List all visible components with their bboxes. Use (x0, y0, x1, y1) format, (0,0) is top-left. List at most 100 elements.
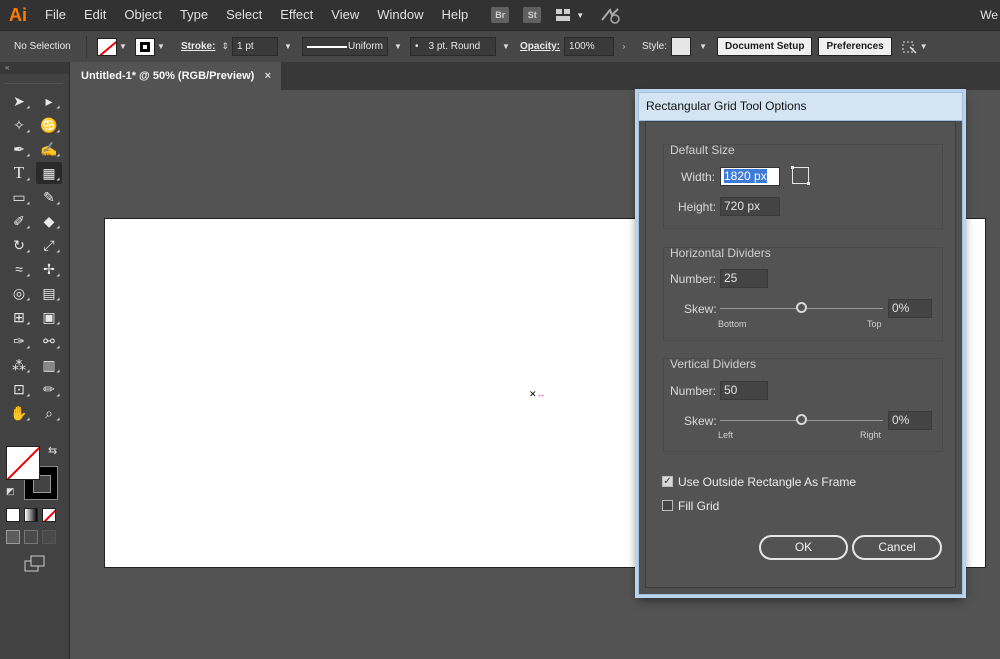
paintbrush-tool-icon[interactable]: ✎ (36, 186, 62, 208)
horizontal-number-input[interactable]: 25 (720, 269, 768, 288)
curvature-tool-icon[interactable]: ✍ (36, 138, 62, 160)
color-mode-row (6, 508, 56, 522)
draw-mode-row (6, 530, 56, 544)
menu-file[interactable]: File (36, 0, 75, 30)
stroke-label[interactable]: Stroke: (177, 41, 219, 52)
brush-definition[interactable]: • 3 pt. Round (410, 37, 496, 56)
pen-tool-icon[interactable]: ✒ (6, 138, 32, 160)
menu-object[interactable]: Object (115, 0, 171, 30)
puppet-warp-tool-icon[interactable]: ✢ (36, 258, 62, 280)
shape-builder-tool-icon[interactable]: ◎ (6, 282, 32, 304)
opacity-field[interactable]: 100% (564, 37, 615, 56)
artboard-tool-icon[interactable]: ⊡ (6, 378, 32, 400)
draw-behind-icon[interactable] (24, 530, 38, 544)
ok-button[interactable]: OK (759, 535, 848, 560)
stroke-stepper-icon[interactable]: ⇕ (221, 41, 229, 52)
mesh-tool-icon[interactable]: ⊞ (6, 306, 32, 328)
rotate-tool-icon[interactable]: ↻ (6, 234, 32, 256)
transform-icon[interactable] (900, 39, 918, 55)
width-tool-icon[interactable]: ≈ (6, 258, 32, 280)
close-icon[interactable]: × (265, 70, 271, 82)
eyedropper-tool-icon[interactable]: ✑ (6, 330, 32, 352)
vertical-number-input[interactable]: 50 (720, 381, 768, 400)
variable-width-profile[interactable]: Uniform (302, 37, 388, 56)
width-input[interactable]: 1820 px (720, 167, 780, 186)
menu-help[interactable]: Help (432, 0, 477, 30)
chevron-down-icon[interactable]: ▼ (392, 42, 404, 51)
chevron-right-icon[interactable]: › (618, 42, 630, 51)
horizontal-dividers-group (663, 247, 943, 341)
fill-swatch[interactable] (97, 37, 117, 56)
use-outside-rect-label[interactable]: Use Outside Rectangle As Frame (678, 475, 856, 489)
color-mode-icon[interactable] (6, 508, 20, 522)
brush-label: 3 pt. Round (428, 41, 481, 52)
rectangular-grid-tool-icon[interactable]: ▦ (36, 162, 62, 184)
menu-effect[interactable]: Effect (271, 0, 322, 30)
chevron-down-icon[interactable]: ▼ (282, 42, 294, 51)
menu-type[interactable]: Type (171, 0, 217, 30)
selection-tool-icon[interactable]: ➤ (6, 90, 32, 112)
shaper-tool-icon[interactable]: ✐ (6, 210, 32, 232)
horizontal-skew-input[interactable]: 0% (888, 299, 932, 318)
direct-selection-tool-icon[interactable]: ▸ (36, 90, 62, 112)
fill-grid-checkbox[interactable] (662, 500, 673, 511)
cancel-button[interactable]: Cancel (852, 535, 942, 560)
chevron-down-icon[interactable]: ▼ (697, 42, 709, 51)
draw-inside-icon[interactable] (42, 530, 56, 544)
chevron-down-icon[interactable]: ▼ (117, 42, 129, 51)
type-tool-icon[interactable]: T (6, 162, 32, 184)
magic-wand-tool-icon[interactable]: ✧ (6, 114, 32, 136)
screen-mode-icon[interactable] (24, 555, 46, 573)
preferences-button[interactable]: Preferences (818, 37, 892, 56)
column-graph-tool-icon[interactable]: ▥ (36, 354, 62, 376)
workspace-switcher[interactable]: ▼ (555, 8, 586, 22)
gradient-tool-icon[interactable]: ▣ (36, 306, 62, 328)
eraser-tool-icon[interactable]: ◆ (36, 210, 62, 232)
fill-grid-label[interactable]: Fill Grid (678, 499, 719, 513)
perspective-grid-tool-icon[interactable]: ▤ (36, 282, 62, 304)
panel-collapse-icon[interactable]: « (0, 62, 69, 74)
chevron-down-icon[interactable]: ▼ (918, 42, 930, 51)
dialog-body: Default Size Width: 1820 px Height: 720 … (645, 121, 956, 588)
brush-dot-icon: • (415, 41, 419, 52)
stroke-swatch[interactable] (135, 37, 155, 56)
draw-normal-icon[interactable] (6, 530, 20, 544)
opacity-label[interactable]: Opacity: (516, 41, 564, 52)
slice-tool-icon[interactable]: ✏ (36, 378, 62, 400)
vertical-skew-input[interactable]: 0% (888, 411, 932, 430)
menu-edit[interactable]: Edit (75, 0, 115, 30)
menu-view[interactable]: View (322, 0, 368, 30)
stroke-weight-field[interactable]: 1 pt (232, 37, 278, 56)
swap-fill-stroke-icon[interactable]: ⇆ (48, 444, 57, 457)
scale-tool-icon[interactable]: ⤢ (36, 234, 62, 256)
rectangular-grid-options-dialog: Rectangular Grid Tool Options Default Si… (638, 92, 963, 595)
chevron-down-icon[interactable]: ▼ (155, 42, 167, 51)
gpu-performance-icon[interactable] (600, 6, 622, 24)
use-outside-rect-checkbox[interactable]: ✓ (662, 476, 673, 487)
stock-icon[interactable]: St (523, 7, 542, 23)
height-input[interactable]: 720 px (720, 197, 780, 216)
panel-grip[interactable] (6, 76, 63, 84)
symbol-sprayer-tool-icon[interactable]: ⁂ (6, 354, 32, 376)
document-tab[interactable]: Untitled-1* @ 50% (RGB/Preview) × (71, 62, 281, 90)
rectangle-tool-icon[interactable]: ▭ (6, 186, 32, 208)
menu-window[interactable]: Window (368, 0, 432, 30)
zoom-tool-icon[interactable]: ⌕ (36, 402, 62, 424)
blend-tool-icon[interactable]: ⚯ (36, 330, 62, 352)
chevron-down-icon[interactable]: ▼ (500, 42, 512, 51)
menu-select[interactable]: Select (217, 0, 271, 30)
horizontal-skew-knob[interactable] (795, 302, 807, 313)
hand-tool-icon[interactable]: ✋ (6, 402, 32, 424)
vertical-skew-knob[interactable] (795, 414, 807, 425)
graphic-style-swatch[interactable] (671, 37, 692, 56)
reference-point-icon[interactable] (791, 166, 810, 185)
none-mode-icon[interactable] (42, 508, 56, 522)
document-setup-button[interactable]: Document Setup (717, 37, 813, 56)
default-fill-stroke-icon[interactable]: ◩ (6, 486, 15, 497)
lasso-tool-icon[interactable]: ♋ (36, 114, 62, 136)
bridge-icon[interactable]: Br (491, 7, 510, 23)
workspace-label[interactable]: We (980, 0, 1000, 30)
selection-status: No Selection (14, 41, 71, 52)
gradient-mode-icon[interactable] (24, 508, 38, 522)
fill-color-box[interactable] (6, 446, 40, 480)
